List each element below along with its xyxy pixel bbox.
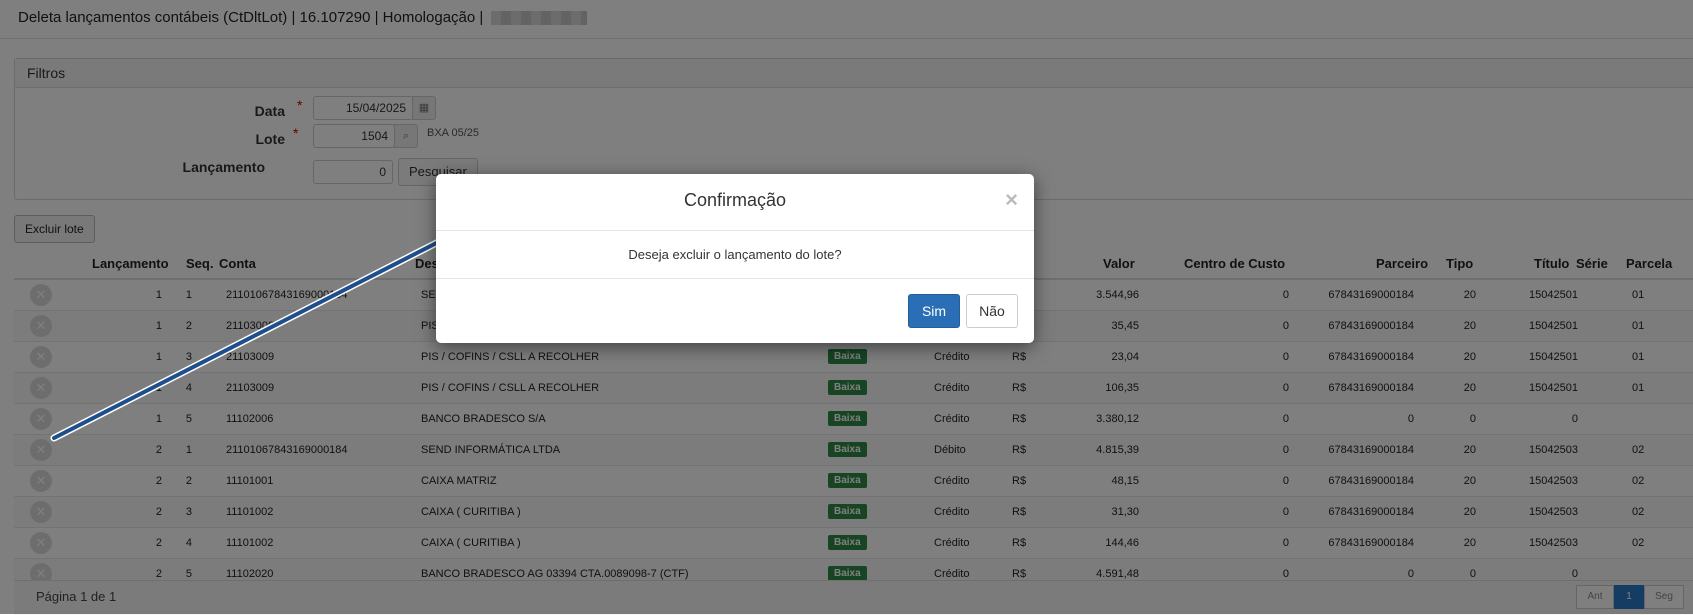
dialog-message: Deseja excluir o lançamento do lote? xyxy=(628,247,842,262)
dialog-divider-top xyxy=(436,230,1034,231)
confirm-yes-button[interactable]: Sim xyxy=(908,294,960,328)
confirmation-dialog: Confirmação × Deseja excluir o lançament… xyxy=(436,174,1034,343)
dialog-divider-bottom xyxy=(436,278,1034,279)
close-icon[interactable]: × xyxy=(1005,187,1018,213)
dialog-title: Confirmação xyxy=(683,190,787,210)
confirm-no-button[interactable]: Não xyxy=(966,294,1018,328)
